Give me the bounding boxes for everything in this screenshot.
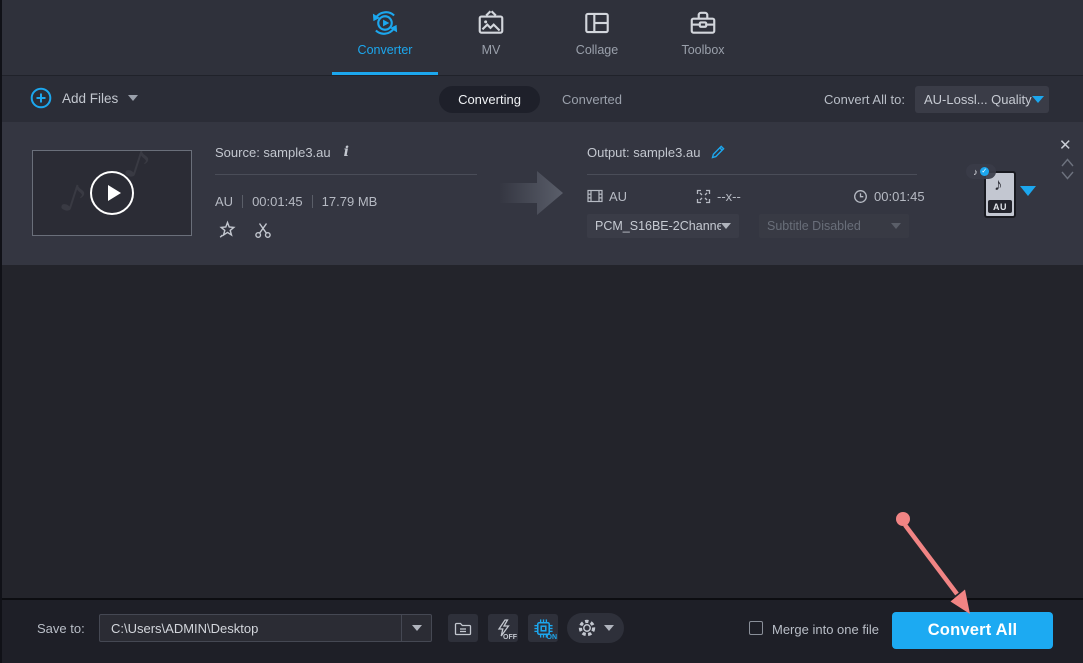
tab-mv[interactable]: MV	[445, 8, 537, 70]
source-meta: AU 00:01:45 17.79 MB	[215, 194, 377, 209]
badge-note-icon: ♪	[973, 166, 978, 177]
resolution-icon	[696, 189, 711, 204]
source-size: 17.79 MB	[321, 194, 378, 209]
play-button[interactable]	[90, 171, 134, 215]
source-format: AU	[215, 194, 234, 209]
save-path-input[interactable]	[100, 615, 400, 641]
move-down-icon[interactable]	[1061, 171, 1074, 180]
subtitle-value: Subtitle Disabled	[767, 219, 861, 233]
tab-toolbox[interactable]: Toolbox	[657, 8, 749, 70]
top-nav: Converter MV Collage Toolbox	[2, 0, 1083, 75]
output-format-dropdown[interactable]: AU-Lossl... Quality	[915, 86, 1049, 113]
film-format-icon	[587, 189, 603, 203]
merge-checkbox[interactable]	[749, 621, 763, 635]
meta-separator	[311, 195, 313, 208]
convert-all-button[interactable]: Convert All	[892, 612, 1053, 649]
collage-grid-icon	[582, 8, 612, 38]
open-folder-button[interactable]	[448, 614, 478, 642]
move-up-icon[interactable]	[1061, 158, 1074, 167]
badge-check-icon: ✓	[979, 167, 989, 176]
save-path-dropdown-button[interactable]	[401, 615, 431, 641]
output-filename: Output: sample3.au	[587, 144, 701, 160]
clock-icon	[853, 189, 868, 204]
subtitle-caret-icon	[891, 223, 901, 229]
format-tag: AU	[988, 200, 1012, 213]
converter-icon	[370, 8, 400, 38]
save-path-field	[99, 614, 432, 642]
audio-codec-value: PCM_S16BE-2Channel	[595, 219, 721, 233]
cut-scissors-icon[interactable]	[252, 219, 274, 241]
converted-label: Converted	[562, 92, 622, 107]
remove-file-icon[interactable]: ✕	[1059, 138, 1072, 153]
source-filename: Source: sample3.au	[215, 144, 331, 160]
tab-converted[interactable]: Converted	[552, 86, 632, 113]
subtitle-dropdown[interactable]: Subtitle Disabled	[759, 214, 909, 238]
source-divider	[215, 174, 477, 175]
meta-separator	[242, 195, 244, 208]
high-speed-state-label: OFF	[503, 634, 517, 641]
file-note-icon: ♪	[994, 175, 1003, 194]
tab-converting[interactable]: Converting	[439, 86, 540, 113]
out-resolution-value: --x--	[717, 188, 741, 204]
output-format-value: AU-Lossl... Quality	[924, 92, 1032, 107]
play-icon	[107, 185, 121, 201]
converting-label: Converting	[458, 92, 521, 107]
add-plus-icon	[30, 87, 52, 109]
tab-toolbox-label: Toolbox	[681, 43, 725, 57]
converter-app-window: Converter MV Collage Toolbox Add Files C…	[0, 0, 1083, 663]
add-files-label: Add Files	[62, 90, 119, 106]
file-toolbar: Add Files Converting Converted Convert A…	[2, 75, 1083, 122]
bottom-bar: Save to: OFF	[2, 598, 1083, 663]
audio-codec-dropdown[interactable]: PCM_S16BE-2Channel	[587, 214, 739, 238]
add-files-caret-icon[interactable]	[128, 95, 139, 101]
info-icon[interactable]: i	[344, 144, 349, 160]
convert-all-to-label: Convert All to:	[824, 92, 905, 107]
add-files-button[interactable]: Add Files	[30, 87, 139, 109]
conversion-direction-arrow	[499, 171, 563, 215]
tab-mv-label: MV	[481, 43, 501, 57]
profile-caret-icon[interactable]	[1020, 186, 1036, 196]
save-path-caret-icon	[411, 625, 422, 631]
mv-tv-icon	[476, 8, 506, 38]
gpu-acceleration-toggle-button[interactable]: ON	[528, 614, 558, 642]
rename-pencil-icon[interactable]	[710, 144, 726, 160]
output-format-caret-icon	[1031, 96, 1044, 103]
media-thumbnail[interactable]: ♪ ♪	[32, 150, 192, 236]
out-duration-value: 00:01:45	[874, 188, 925, 204]
save-to-label: Save to:	[37, 621, 85, 636]
audio-selected-badge: ♪ ✓	[966, 164, 996, 179]
audio-codec-caret-icon	[721, 223, 731, 229]
bg-note-icon: ♪	[54, 174, 92, 224]
gpu-state-label: ON	[546, 634, 558, 641]
source-duration: 00:01:45	[252, 194, 303, 209]
gear-icon	[577, 618, 597, 638]
tab-converter[interactable]: Converter	[339, 8, 431, 70]
merge-label: Merge into one file	[772, 622, 879, 637]
media-file-row: ♪ ♪ Source: sample3.au i AU 00:01:45 17.…	[2, 122, 1083, 265]
out-format-value: AU	[609, 188, 628, 204]
output-divider	[587, 174, 917, 175]
toolbox-icon	[688, 8, 718, 38]
edit-effects-icon[interactable]	[216, 219, 238, 241]
settings-button[interactable]	[567, 613, 624, 643]
settings-caret-icon	[604, 625, 614, 631]
high-speed-toggle-button[interactable]: OFF	[488, 614, 518, 642]
tab-collage[interactable]: Collage	[551, 8, 643, 70]
tab-collage-label: Collage	[575, 43, 619, 57]
tab-converter-label: Converter	[357, 43, 413, 57]
